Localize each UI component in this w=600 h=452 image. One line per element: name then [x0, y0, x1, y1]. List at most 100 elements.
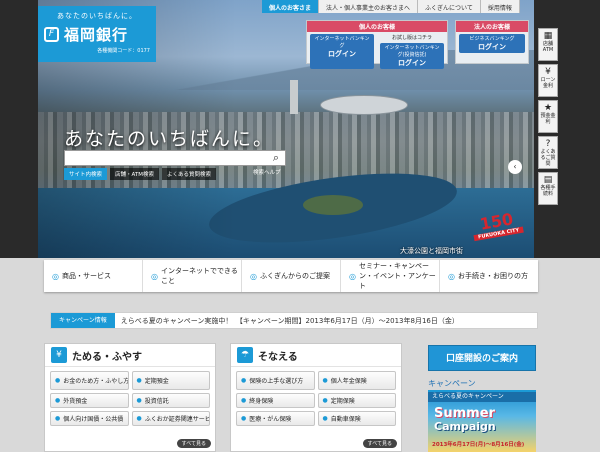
campaign-info-bar: キャンペーン情報 えらべる夏のキャンペーン実施中！ 【キャンペーン期間】2013…	[50, 312, 538, 329]
top-nav-recruit[interactable]: 採用情報	[480, 0, 520, 13]
nav-procedures[interactable]: ◎ お手続き・お困りの方	[440, 260, 538, 292]
search-help-link[interactable]: 検索ヘルプ	[253, 168, 281, 176]
prepare-panel-title: そなえる	[258, 351, 298, 363]
business-banking-login-label: ログイン	[478, 43, 506, 51]
bullet-icon: ●	[241, 377, 247, 384]
bank-code: 各種機関コード：0177	[97, 48, 150, 54]
bank-mark-icon: F	[44, 27, 59, 42]
bank-name: 福岡銀行	[64, 26, 129, 44]
save-see-all-button[interactable]: すべて見る	[176, 439, 211, 448]
investment-banking-login-label: ログイン	[398, 59, 426, 67]
save-link-bonds[interactable]: ● 個人向け国債・公共債	[50, 411, 129, 426]
nav-label: ふくぎんからのご提案	[259, 272, 330, 280]
prepare-link-label: 医療・がん保険	[249, 416, 292, 423]
net-banking-login-label: ログイン	[328, 50, 356, 58]
prepare-link-pension[interactable]: ● 個人年金保険	[317, 371, 396, 390]
back-arrow-icon[interactable]: ‹	[508, 160, 522, 174]
search-tabs: サイト内検索 店舗・ATM検索 よくある質問検索	[64, 168, 216, 180]
nav-proposal[interactable]: ◎ ふくぎんからのご提案	[242, 260, 341, 292]
bullet-icon: ●	[55, 415, 61, 422]
net-banking-label: インターネットバンキング	[314, 36, 370, 49]
top-navigation: 個人のお客さま 法人・個人事業主のお客さまへ ふくぎんについて 採用情報	[262, 0, 520, 13]
bullet-icon: ●	[55, 377, 61, 384]
save-link-foreign[interactable]: ● 外貨預金	[50, 393, 129, 408]
top-nav-personal[interactable]: 個人のお客さま	[262, 0, 320, 13]
campaign-text-link[interactable]: えらべる夏のキャンペーン実施中！ 【キャンペーン期間】2013年6月17日（月）…	[115, 316, 459, 326]
save-link-howto[interactable]: ● お金のため方・ふやし方	[50, 371, 129, 390]
save-link-securities[interactable]: ● ふくおか証券関連サービス	[131, 411, 210, 426]
side-tab-label: 預金金利	[540, 113, 556, 125]
logo-tagline: あなたのいちばんに。	[57, 12, 137, 20]
prepare-see-all-button[interactable]: すべて見る	[362, 439, 397, 448]
side-tab-label: ローン金利	[540, 77, 556, 89]
banner-dates: 2013年6月17日(月)～8月16日(金)	[432, 442, 525, 448]
search-tab-atm[interactable]: 店舗・ATM検索	[110, 168, 159, 180]
side-tab-faq[interactable]: ? よくあるご質問	[538, 136, 558, 169]
search-tab-faq[interactable]: よくある質問検索	[161, 168, 216, 180]
side-tab-deposit-rate[interactable]: ★ 預金金利	[538, 100, 558, 133]
summer-campaign-banner[interactable]: えらべる夏のキャンペーン Summer Campaign 2013年6月17日(…	[428, 392, 536, 452]
save-link-trust[interactable]: ● 投資信託	[131, 393, 210, 408]
star-icon: ★	[543, 103, 553, 113]
side-tab-fees[interactable]: ▤ 各種手続料	[538, 172, 558, 205]
hero-caption: 大濠公園と福岡市街	[400, 247, 463, 255]
prepare-link-term[interactable]: ● 定期保険	[317, 393, 396, 408]
hero-catchphrase: あなたのいちばんに。	[64, 128, 275, 150]
prepare-link-auto[interactable]: ● 自動車保険	[317, 411, 396, 426]
save-panel: ¥ ためる・ふやす ● お金のため方・ふやし方 ● 定期預金 ● 外貨預金 ● 投資信託…	[44, 343, 216, 452]
save-link-label: お金のため方・ふやし方	[63, 378, 129, 385]
bullet-icon: ●	[322, 415, 328, 422]
save-link-time-deposit[interactable]: ● 定期預金	[131, 371, 210, 390]
question-icon: ?	[545, 139, 551, 149]
prepare-link-medical[interactable]: ● 医療・がん保険	[236, 411, 315, 426]
save-panel-title: ためる・ふやす	[72, 351, 142, 363]
side-tabs: ▦ 店舗ATM ¥ ローン金利 ★ 預金金利 ? よくあるご質問 ▤ 各種手続料	[538, 28, 558, 208]
prepare-link-whole-life[interactable]: ● 終身保険	[236, 393, 315, 408]
prepare-link-label: 定期保険	[330, 398, 355, 405]
campaign-label: キャンペーン情報	[51, 313, 115, 328]
search-tab-site[interactable]: サイト内検索	[64, 168, 108, 180]
prepare-link-label: 終身保険	[249, 398, 274, 405]
loan-icon: ¥	[545, 67, 551, 77]
trial-link[interactable]: お試し版はコチラ	[377, 32, 447, 41]
investment-banking-label: インターネットバンキング(投資信託)	[384, 45, 440, 58]
top-nav-about[interactable]: ふくぎんについて	[418, 0, 481, 13]
main-navigation: ◎ 商品・サービス ◎ インターネットでできること ◎ ふくぎんからのご提案 ◎ セミナ…	[44, 260, 538, 292]
investment-banking-login-button[interactable]: インターネットバンキング(投資信託) ログイン	[380, 43, 444, 69]
personal-login-box: 個人のお客様 インターネットバンキング ログイン お試し版はコチラ インターネッ…	[306, 20, 448, 69]
building-icon: ▦	[543, 31, 553, 41]
side-tab-atm[interactable]: ▦ 店舗ATM	[538, 28, 558, 61]
bullet-icon: ●	[55, 397, 61, 404]
bullet-icon: ●	[241, 397, 247, 404]
nav-products[interactable]: ◎ 商品・サービス	[44, 260, 143, 292]
side-tab-label: 店舗ATM	[542, 41, 554, 53]
save-link-label: 投資信託	[144, 398, 169, 405]
prepare-link-label: 保険の上手な選び方	[249, 378, 304, 385]
prepare-link-howto[interactable]: ● 保険の上手な選び方	[236, 371, 315, 390]
open-account-button[interactable]: 口座開設のご案内	[428, 345, 536, 371]
save-link-label: 定期預金	[144, 378, 169, 385]
search-input[interactable]	[64, 150, 286, 166]
side-tab-label: よくあるご質問	[540, 149, 556, 167]
nav-seminar[interactable]: ◎ セミナー・キャンペーン・イベント・アンケート	[341, 260, 440, 292]
search-icon[interactable]: ⌕	[268, 151, 284, 165]
side-tab-loan[interactable]: ¥ ローン金利	[538, 64, 558, 97]
business-banking-login-button[interactable]: ビジネスバンキング ログイン	[459, 34, 525, 53]
bullet-icon: ●	[241, 415, 247, 422]
nav-internet[interactable]: ◎ インターネットでできること	[143, 260, 242, 292]
bullet-icon: ●	[136, 397, 142, 404]
personal-login-header: 個人のお客様	[307, 21, 447, 32]
arrow-icon: ◎	[250, 271, 257, 281]
banner-campaign-text: Campaign	[434, 420, 496, 433]
business-banking-label: ビジネスバンキング	[469, 36, 515, 42]
prepare-panel: ☂ そなえる ● 保険の上手な選び方 ● 個人年金保険 ● 終身保険 ● 定期保険 ● 医…	[230, 343, 402, 452]
top-nav-corporate[interactable]: 法人・個人事業主のお客さまへ	[319, 0, 419, 13]
net-banking-login-button[interactable]: インターネットバンキング ログイン	[310, 34, 374, 69]
prepare-link-label: 自動車保険	[330, 416, 361, 423]
arrow-icon: ◎	[349, 271, 356, 281]
corporate-login-box: 法人のお客様 ビジネスバンキング ログイン	[455, 20, 529, 64]
bullet-icon: ●	[322, 377, 328, 384]
nav-label: 商品・サービス	[61, 272, 111, 280]
bank-logo[interactable]: あなたのいちばんに。 F 福岡銀行 各種機関コード：0177	[38, 6, 156, 62]
prepare-link-label: 個人年金保険	[330, 378, 367, 385]
